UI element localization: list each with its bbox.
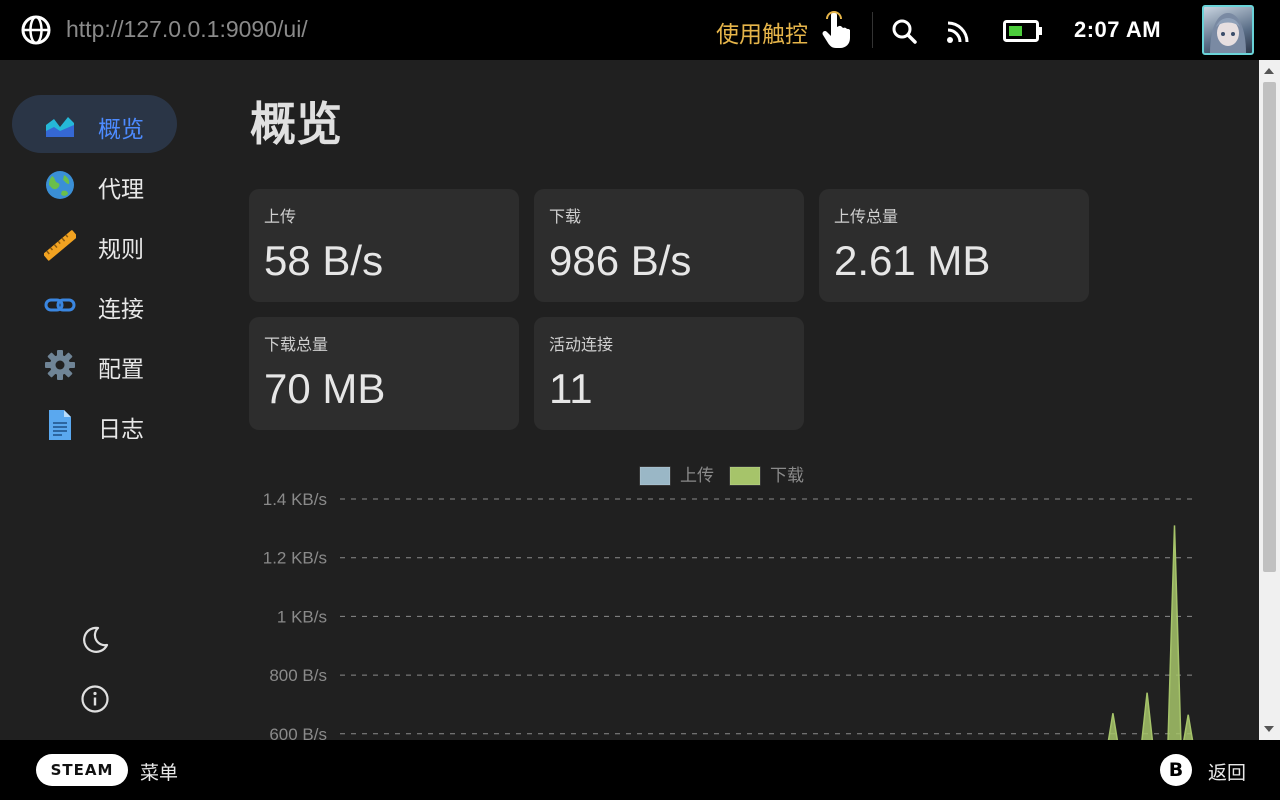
sidebar-item-rules[interactable]: 规则 <box>12 215 177 273</box>
stat-label: 上传 <box>264 207 297 226</box>
stat-value: 986 B/s <box>549 237 692 284</box>
sidebar-item-label: 日志 <box>98 417 144 443</box>
sidebar-item-label: 规则 <box>98 237 144 263</box>
b-button[interactable]: B <box>1160 754 1192 786</box>
sidebar-item-proxy[interactable]: 代理 <box>12 155 177 213</box>
divider <box>872 12 873 48</box>
stat-value: 58 B/s <box>264 237 384 284</box>
avatar-image <box>1210 13 1246 53</box>
ruler-icon <box>44 230 76 261</box>
clock: 2:07 AM <box>1074 17 1162 42</box>
document-icon <box>49 410 71 440</box>
stat-label: 上传总量 <box>834 207 899 226</box>
y-tick-label: 1.2 KB/s <box>263 549 327 568</box>
touch-hand-icon[interactable] <box>820 11 852 49</box>
scroll-thumb[interactable] <box>1263 82 1276 572</box>
steam-bottom-bar: STEAM 菜单 B 返回 <box>0 740 1280 800</box>
stat-card-upload-total: 上传总量 2.61 MB <box>819 189 1089 302</box>
system-top-bar: http://127.0.0.1:9090/ui/ 使用触控 2:07 AM <box>0 0 1280 60</box>
avatar[interactable] <box>1202 5 1254 55</box>
stat-card-download-total: 下载总量 70 MB <box>249 317 519 430</box>
sidebar-item-connections[interactable]: 连接 <box>12 275 177 333</box>
stat-label: 活动连接 <box>549 335 614 354</box>
sidebar-item-label: 代理 <box>98 177 144 203</box>
search-icon[interactable] <box>891 18 917 44</box>
scrollbar[interactable] <box>1259 60 1280 740</box>
y-tick-label: 600 B/s <box>269 725 327 740</box>
link-icon <box>44 298 76 312</box>
gear-icon <box>45 350 75 380</box>
url-text[interactable]: http://127.0.0.1:9090/ui/ <box>66 16 308 43</box>
sidebar: 概览 代理 规则 连接 配置 日志 <box>0 60 220 740</box>
stat-label: 下载 <box>549 207 582 226</box>
y-tick-label: 1.4 KB/s <box>263 490 327 509</box>
touch-control-label[interactable]: 使用触控 <box>716 15 808 49</box>
battery-icon <box>1003 20 1042 42</box>
sidebar-item-config[interactable]: 配置 <box>12 335 177 393</box>
page-title: 概览 <box>250 97 342 151</box>
steam-button[interactable]: STEAM <box>36 754 128 786</box>
stat-card-download: 下载 986 B/s <box>534 189 804 302</box>
scroll-down-arrow-icon[interactable] <box>1264 726 1274 732</box>
legend-swatch <box>729 466 761 486</box>
scroll-up-arrow-icon[interactable] <box>1264 68 1274 74</box>
legend-swatch <box>639 466 671 486</box>
legend-label: 下载 <box>770 466 804 486</box>
globe-icon[interactable] <box>20 14 52 46</box>
stat-value: 70 MB <box>264 365 386 412</box>
back-label: 返回 <box>1208 762 1247 784</box>
stat-value: 2.61 MB <box>834 237 991 284</box>
traffic-chart: 上传 下载 1.4 KB/s 1.2 KB/s 1 KB/s 800 B/s 600 B/s <box>263 466 1195 740</box>
y-tick-label: 800 B/s <box>269 666 327 685</box>
sidebar-item-label: 连接 <box>98 297 144 323</box>
info-icon[interactable] <box>80 684 110 714</box>
sidebar-item-logs[interactable]: 日志 <box>12 395 177 453</box>
sidebar-item-overview[interactable]: 概览 <box>12 95 177 153</box>
legend-label: 上传 <box>680 466 714 486</box>
sidebar-item-label: 概览 <box>98 117 144 143</box>
globe-earth-icon <box>46 171 74 199</box>
stat-card-active-connections: 活动连接 11 <box>534 317 804 430</box>
stat-card-upload: 上传 58 B/s <box>249 189 519 302</box>
sidebar-item-label: 配置 <box>98 357 144 383</box>
stat-value: 11 <box>549 365 593 412</box>
menu-label: 菜单 <box>140 762 179 784</box>
moon-icon[interactable] <box>80 625 110 655</box>
y-tick-label: 1 KB/s <box>277 607 327 626</box>
rss-icon[interactable] <box>946 18 972 44</box>
overview-chart-icon <box>46 117 74 137</box>
stat-label: 下载总量 <box>264 335 329 354</box>
